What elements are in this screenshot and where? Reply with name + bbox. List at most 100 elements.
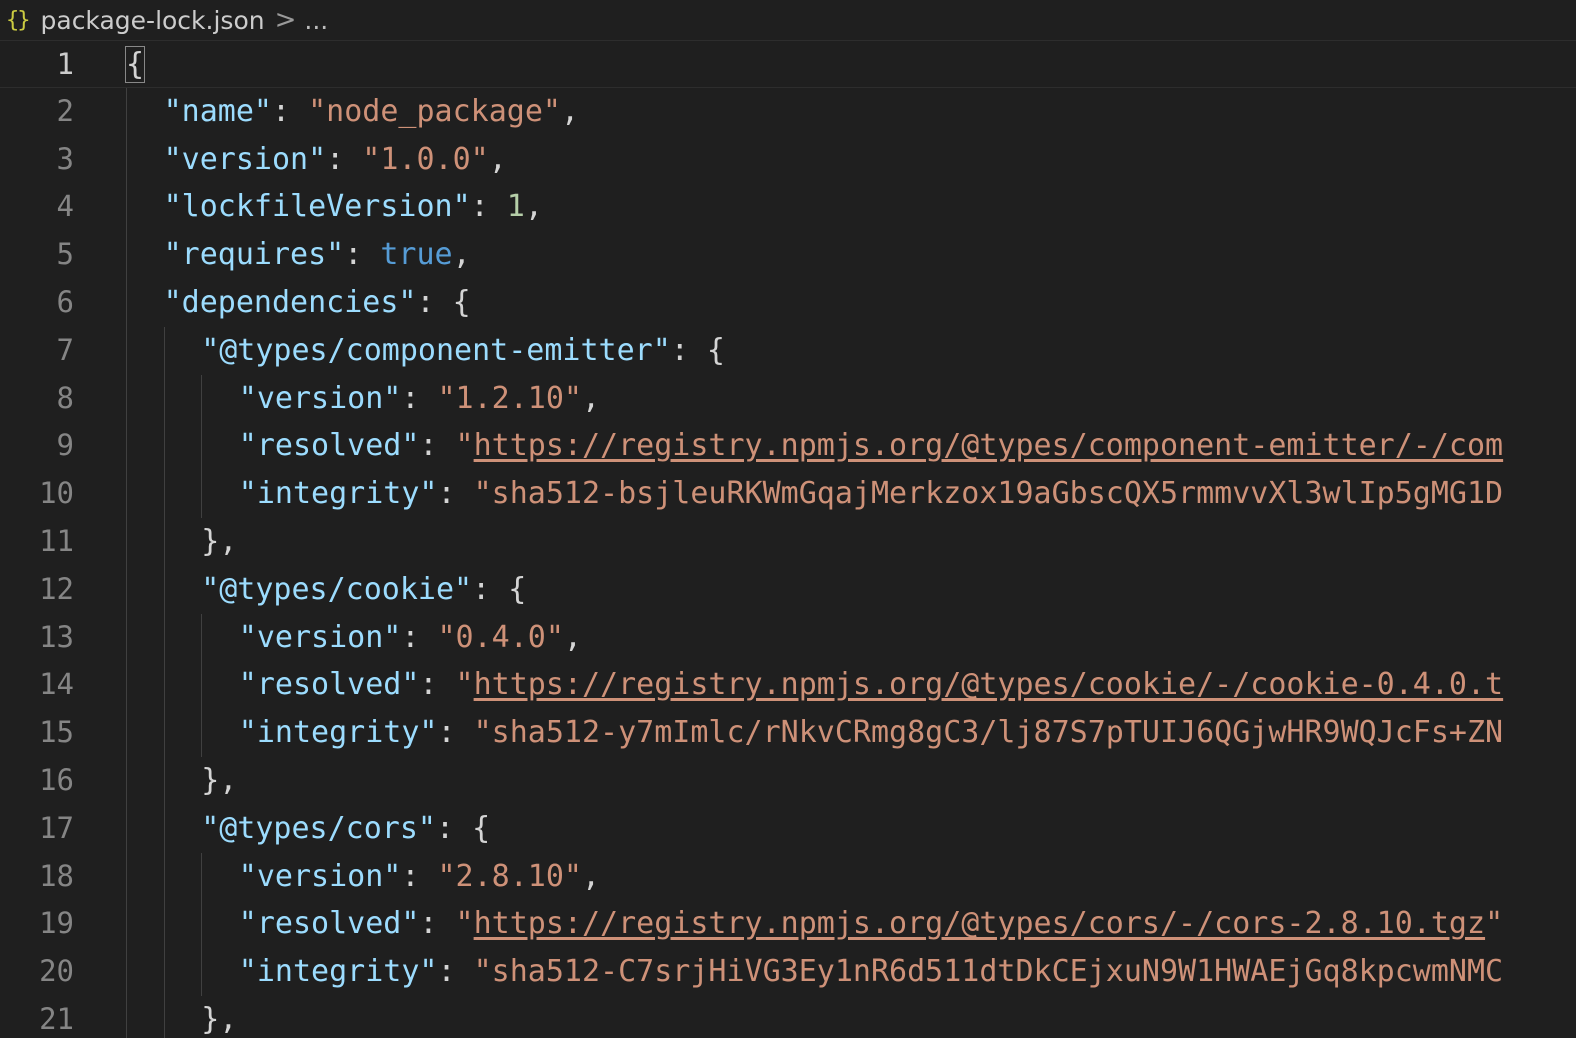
indent-guide xyxy=(126,852,127,901)
code-text: { xyxy=(124,41,146,89)
indent-guide xyxy=(126,948,127,996)
indent-guide xyxy=(126,422,127,471)
json-key: "integrity" xyxy=(238,476,438,512)
indent-guide xyxy=(163,374,165,423)
json-punctuation: : { xyxy=(472,571,527,607)
indent-guide xyxy=(201,661,203,710)
code-line[interactable]: 16}, xyxy=(0,756,1576,805)
json-punctuation: : { xyxy=(670,332,725,368)
code-line[interactable]: 18 "version": "2.8.10", xyxy=(0,852,1576,901)
indent-guide xyxy=(163,661,165,710)
indent-guide xyxy=(126,900,127,949)
indent-guide xyxy=(126,804,127,853)
json-punctuation: : xyxy=(437,954,474,990)
indent-guide xyxy=(163,948,165,996)
code-text: "version": "0.4.0", xyxy=(239,614,582,662)
json-key: "requires" xyxy=(163,237,345,273)
indent-guide xyxy=(201,374,203,423)
code-text: }, xyxy=(201,757,237,805)
json-key: "version" xyxy=(238,858,402,894)
line-number: 19 xyxy=(39,906,74,941)
json-punctuation: , xyxy=(488,141,507,177)
indent-guide xyxy=(163,804,165,853)
line-number: 17 xyxy=(39,810,74,845)
json-key: "@types/component-emitter" xyxy=(201,332,671,368)
json-punctuation: }, xyxy=(201,523,238,559)
json-key: "resolved" xyxy=(238,428,420,464)
code-line[interactable]: 19 "resolved": "https://registry.npmjs.or… xyxy=(0,900,1576,949)
code-line[interactable]: 6 "dependencies": { xyxy=(0,278,1576,327)
code-line[interactable]: 13 "version": "0.4.0", xyxy=(0,613,1576,662)
indent-guide xyxy=(201,852,203,901)
json-url-link[interactable]: https://registry.npmjs.org/@types/compon… xyxy=(474,428,1504,463)
json-punctuation: : xyxy=(419,667,456,703)
line-number: 21 xyxy=(39,1001,74,1036)
json-key: "@types/cookie" xyxy=(201,571,473,607)
json-key: "version" xyxy=(238,619,402,655)
indent-guide xyxy=(163,565,165,614)
code-editor[interactable]: 1{2 "name": "node_package", 3 "version": "1… xyxy=(0,40,1576,1038)
line-number: 3 xyxy=(56,141,74,176)
indent-guide xyxy=(201,900,203,949)
json-string: "2.8.10" xyxy=(437,858,582,894)
code-line[interactable]: 10 "integrity": "sha512-bsjleuRKWmGqajMer… xyxy=(0,470,1576,518)
json-string: "sha512-y7mImlc/rNkvCRmg8gC3/lj87S7pTUIJ… xyxy=(473,715,1504,751)
indent-guide xyxy=(201,470,203,518)
json-key: "@types/cors" xyxy=(201,810,436,846)
code-text: }, xyxy=(201,996,237,1038)
line-number: 4 xyxy=(56,189,74,224)
json-punctuation: : xyxy=(344,237,381,273)
indent-guide xyxy=(126,756,127,805)
code-line[interactable]: 12 "@types/cookie": { xyxy=(0,565,1576,614)
code-line[interactable]: 17 "@types/cors": { xyxy=(0,804,1576,853)
code-text: "resolved": "https://registry.npmjs.org/… xyxy=(239,422,1503,470)
code-text: "dependencies": { xyxy=(164,279,471,327)
breadcrumb-file[interactable]: package-lock.json xyxy=(41,6,265,35)
json-url-link[interactable]: https://registry.npmjs.org/@types/cookie… xyxy=(474,667,1504,702)
line-number: 11 xyxy=(39,523,74,558)
indent-guide xyxy=(126,565,127,614)
code-line[interactable]: 5 "requires": true, xyxy=(0,231,1576,279)
code-line[interactable]: 7 "@types/component-emitter": { xyxy=(0,326,1576,375)
code-text: "@types/cors": { xyxy=(201,805,490,853)
indent-guide xyxy=(201,948,203,996)
code-line[interactable]: 4 "lockfileVersion": 1, xyxy=(0,183,1576,232)
indent-guide xyxy=(126,87,127,136)
code-line[interactable]: 9 "resolved": "https://registry.npmjs.org… xyxy=(0,422,1576,471)
indent-guide xyxy=(126,661,127,710)
json-url-link[interactable]: https://registry.npmjs.org/@types/cors/-… xyxy=(474,906,1485,941)
line-number: 10 xyxy=(39,476,74,511)
code-line[interactable]: 1{ xyxy=(0,40,1576,88)
code-text: "resolved": "https://registry.npmjs.org/… xyxy=(239,900,1503,948)
code-text: "@types/component-emitter": { xyxy=(201,327,725,375)
line-number: 15 xyxy=(39,715,74,750)
code-line[interactable]: 14 "resolved": "https://registry.npmjs.or… xyxy=(0,661,1576,710)
json-string: "0.4.0" xyxy=(437,619,564,655)
code-line[interactable]: 15 "integrity": "sha512-y7mImlc/rNkvCRmg8… xyxy=(0,709,1576,757)
breadcrumb-symbols[interactable]: ... xyxy=(304,6,328,35)
json-punctuation: : xyxy=(401,858,438,894)
json-punctuation: : xyxy=(401,619,438,655)
json-string: " xyxy=(455,428,474,464)
code-line[interactable]: 21}, xyxy=(0,995,1576,1038)
code-line[interactable]: 2 "name": "node_package", xyxy=(0,87,1576,136)
json-punctuation: : { xyxy=(416,284,471,320)
code-text: "@types/cookie": { xyxy=(201,566,526,614)
json-string: "1.0.0" xyxy=(362,141,489,177)
indent-guide xyxy=(126,231,127,279)
indent-guide xyxy=(163,470,165,518)
json-key: "resolved" xyxy=(238,667,420,703)
indent-guide xyxy=(126,517,127,566)
json-braces-icon: {} xyxy=(6,7,30,33)
json-punctuation: , xyxy=(524,189,543,225)
indent-guide xyxy=(163,900,165,949)
code-line[interactable]: 8 "version": "1.2.10", xyxy=(0,374,1576,423)
indent-guide xyxy=(126,709,127,757)
json-punctuation: : xyxy=(470,189,507,225)
code-line[interactable]: 20 "integrity": "sha512-C7srjHiVG3Ey1nR6d… xyxy=(0,948,1576,996)
code-line[interactable]: 3 "version": "1.0.0", xyxy=(0,135,1576,184)
indent-guide xyxy=(201,422,203,471)
code-line[interactable]: 11}, xyxy=(0,517,1576,566)
json-string: "sha512-C7srjHiVG3Ey1nR6d511dtDkCEjxuN9W… xyxy=(473,954,1504,990)
code-text: "version": "1.2.10", xyxy=(239,375,600,423)
